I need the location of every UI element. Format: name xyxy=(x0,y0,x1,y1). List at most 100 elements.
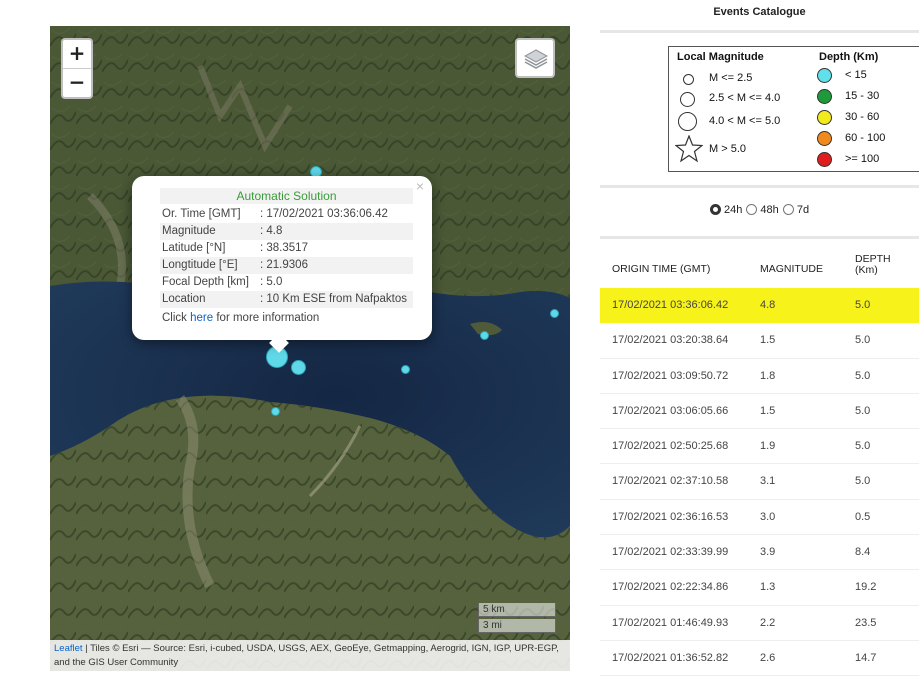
scale-bar-mi: 3 mi xyxy=(478,619,556,633)
magnitude-small-icon xyxy=(683,74,694,85)
cell-depth: 14.7 xyxy=(855,651,877,664)
magnitude-medium-icon xyxy=(680,92,695,107)
map-view[interactable]: + − × Automatic Solution Or. Time [GMT]:… xyxy=(50,26,570,671)
legend-depth-5: >= 100 xyxy=(845,153,880,165)
table-row[interactable]: 17/02/2021 02:22:34.86 1.3 19.2 xyxy=(600,570,919,606)
cell-time: 17/02/2021 03:36:06.42 xyxy=(612,299,729,311)
header-origin-time[interactable]: ORIGIN TIME (GMT) xyxy=(612,263,710,275)
legend-mag-4: M > 5.0 xyxy=(709,143,746,155)
cell-mag: 1.8 xyxy=(760,369,776,382)
header-magnitude[interactable]: MAGNITUDE xyxy=(760,263,823,275)
magnitude-large-icon xyxy=(678,112,697,131)
cell-mag: 4.8 xyxy=(760,299,776,311)
table-row[interactable]: 17/02/2021 03:09:50.72 1.8 5.0 xyxy=(600,359,919,394)
event-marker[interactable] xyxy=(550,309,559,318)
popup-title: Automatic Solution xyxy=(160,188,413,204)
table-header: ORIGIN TIME (GMT) MAGNITUDE DEPTH (Km) xyxy=(600,248,919,288)
table-row[interactable]: 17/02/2021 03:36:06.42 4.8 5.0 xyxy=(600,288,919,324)
divider xyxy=(600,185,919,188)
table-row[interactable]: 17/02/2021 02:33:39.99 3.9 8.4 xyxy=(600,535,919,571)
radio-24h[interactable] xyxy=(709,204,721,215)
radio-48h[interactable] xyxy=(746,204,758,215)
cell-mag: 2.6 xyxy=(760,651,776,664)
legend-mag-1: M <= 2.5 xyxy=(709,72,753,84)
satellite-imagery xyxy=(50,26,570,671)
popup-more-info: Click here for more information xyxy=(162,312,320,324)
table-row[interactable]: 17/02/2021 02:37:10.58 3.1 5.0 xyxy=(600,464,919,500)
cell-time: 17/02/2021 01:46:49.93 xyxy=(612,616,729,629)
cell-mag: 1.5 xyxy=(760,334,776,347)
legend-mag-2: 2.5 < M <= 4.0 xyxy=(709,92,781,104)
popup-row-location: Location: 10 Km ESE from Nafpaktos xyxy=(160,291,413,308)
table-row[interactable]: 17/02/2021 01:46:49.93 2.2 23.5 xyxy=(600,606,919,641)
event-marker[interactable] xyxy=(401,365,410,374)
popup-row-depth: Focal Depth [km]: 5.0 xyxy=(162,276,283,288)
period-24h[interactable]: 24h xyxy=(709,204,742,216)
popup-row-time: Or. Time [GMT]: 17/02/2021 03:36:06.42 xyxy=(162,208,388,220)
cell-depth: 5.0 xyxy=(855,334,871,347)
event-popup: × Automatic Solution Or. Time [GMT]: 17/… xyxy=(132,176,432,353)
cell-mag: 3.1 xyxy=(760,475,776,488)
table-row[interactable]: 17/02/2021 02:36:16.53 3.0 0.5 xyxy=(600,500,919,536)
cell-mag: 1.3 xyxy=(760,581,776,594)
star-icon xyxy=(675,135,703,163)
cell-depth: 8.4 xyxy=(855,546,871,559)
depth-color-icon xyxy=(817,110,832,125)
legend-depth-1: < 15 xyxy=(845,69,867,81)
zoom-control: + − xyxy=(61,38,93,99)
legend-mag-3: 4.0 < M <= 5.0 xyxy=(709,115,781,127)
cell-mag: 1.5 xyxy=(760,404,776,417)
events-table: 17/02/2021 03:36:06.42 4.8 5.0 17/02/2021 0… xyxy=(600,288,919,676)
cell-time: 17/02/2021 01:36:52.82 xyxy=(612,651,729,664)
cell-time: 17/02/2021 03:06:05.66 xyxy=(612,404,729,417)
cell-time: 17/02/2021 03:20:38.64 xyxy=(612,334,729,347)
depth-color-icon xyxy=(817,68,832,83)
popup-row-magnitude: Magnitude: 4.8 xyxy=(160,223,413,240)
legend-depth-3: 30 - 60 xyxy=(845,111,880,123)
layers-icon xyxy=(524,49,548,69)
event-marker[interactable] xyxy=(480,331,489,340)
cell-mag: 3.0 xyxy=(760,510,776,523)
divider xyxy=(600,30,919,33)
cell-depth: 5.0 xyxy=(855,440,871,453)
period-selector: 24h 48h 7d xyxy=(600,204,919,216)
table-row[interactable]: 17/02/2021 02:50:25.68 1.9 5.0 xyxy=(600,429,919,465)
more-info-link[interactable]: here xyxy=(190,312,213,324)
zoom-in-button[interactable]: + xyxy=(63,40,91,68)
popup-row-longitude: Longtitude [°E]: 21.9306 xyxy=(160,257,413,274)
depth-color-icon xyxy=(817,89,832,104)
cell-time: 17/02/2021 03:09:50.72 xyxy=(612,369,729,382)
cell-time: 17/02/2021 02:33:39.99 xyxy=(612,546,729,559)
table-row[interactable]: 17/02/2021 03:20:38.64 1.5 5.0 xyxy=(600,323,919,359)
catalogue-title: Events Catalogue xyxy=(713,6,806,18)
period-48h[interactable]: 48h xyxy=(746,204,779,216)
cell-depth: 19.2 xyxy=(855,581,877,594)
table-row[interactable]: 17/02/2021 01:36:52.82 2.6 14.7 xyxy=(600,641,919,676)
legend: Local Magnitude Depth (Km) M <= 2.5 2.5 … xyxy=(668,46,919,172)
radio-7d[interactable] xyxy=(782,204,794,215)
scale-bar-km: 5 km xyxy=(478,603,556,617)
leaflet-link[interactable]: Leaflet xyxy=(54,643,83,654)
event-marker[interactable] xyxy=(271,407,280,416)
legend-depth-2: 15 - 30 xyxy=(845,90,880,102)
zoom-out-button[interactable]: − xyxy=(63,68,91,97)
depth-color-icon xyxy=(817,131,832,146)
period-7d[interactable]: 7d xyxy=(782,204,809,216)
popup-close-button[interactable]: × xyxy=(416,178,424,194)
cell-time: 17/02/2021 02:36:16.53 xyxy=(612,510,729,523)
table-row[interactable]: 17/02/2021 03:06:05.66 1.5 5.0 xyxy=(600,394,919,430)
depth-color-icon xyxy=(817,152,832,167)
legend-depth-4: 60 - 100 xyxy=(845,132,886,144)
layers-button[interactable] xyxy=(515,38,555,78)
popup-row-latitude: Latitude [°N]: 38.3517 xyxy=(162,242,308,254)
cell-depth: 23.5 xyxy=(855,616,877,629)
map-attribution: Leaflet | Tiles © Esri — Source: Esri, i… xyxy=(50,640,570,671)
cell-depth: 5.0 xyxy=(855,299,871,311)
cell-mag: 1.9 xyxy=(760,440,776,453)
events-panel: Events Catalogue Local Magnitude Depth (… xyxy=(600,0,919,676)
cell-depth: 5.0 xyxy=(855,475,871,488)
cell-mag: 3.9 xyxy=(760,546,776,559)
cell-time: 17/02/2021 02:22:34.86 xyxy=(612,581,729,594)
divider xyxy=(600,236,919,239)
event-marker[interactable] xyxy=(291,360,306,375)
